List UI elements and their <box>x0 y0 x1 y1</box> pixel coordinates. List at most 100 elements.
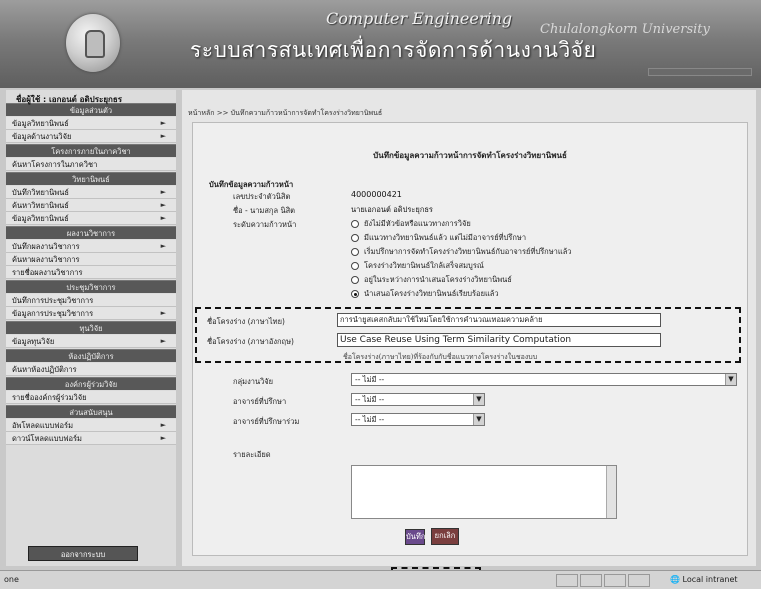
progress-option[interactable]: เริ่มปรึกษาการจัดทำโครงร่างวิทยานิพนธ์กั… <box>351 246 572 258</box>
globe-icon: 🌐 <box>670 575 683 584</box>
brand-text: Computer Engineering <box>326 9 513 28</box>
sidebar-item-label: ค้นหาห้องปฏิบัติการ <box>12 365 77 374</box>
sidebar-item-label: ข้อมูลวิทยานิพนธ์ <box>12 214 69 223</box>
sidebar: ชื่อผู้ใช้ : เอกอนต์ อดิประยุกธร ข้อมูลส… <box>6 90 176 566</box>
advisor-value: -- ไม่มี -- <box>355 395 385 404</box>
sidebar-item[interactable]: ข้อมูลวิทยานิพนธ์ ► <box>6 117 176 130</box>
sidebar-item-label: ข้อมูลด้านงานวิจัย <box>12 132 72 141</box>
sidebar-item[interactable]: ดาวน์โหลดแบบฟอร์ม ► <box>6 432 176 445</box>
status-cell <box>604 574 626 587</box>
breadcrumb: หน้าหลัก >> บันทึกความก้าวหน้าการจัดทำโค… <box>188 109 383 117</box>
sidebar-item[interactable]: ค้นหาห้องปฏิบัติการ <box>6 363 176 376</box>
progress-option[interactable]: มีแนวทางวิทยานิพนธ์แล้ว แต่ไม่มีอาจารย์ท… <box>351 232 526 244</box>
textarea-scrollbar[interactable] <box>606 466 616 518</box>
chevron-right-icon: ► <box>160 119 166 127</box>
sidebar-item-label: ค้นหาโครงการในภาควิชา <box>12 160 98 169</box>
progress-option-label: โครงร่างวิทยานิพนธ์ใกล้เสร็จสมบูรณ์ <box>364 261 484 270</box>
status-cell <box>556 574 578 587</box>
detail-label: รายละเอียด <box>233 450 271 459</box>
main-content: หน้าหลัก >> บันทึกความก้าวหน้าการจัดทำโค… <box>182 90 756 589</box>
chevron-right-icon: ► <box>160 242 166 250</box>
sidebar-item-label: บันทึกวิทยานิพนธ์ <box>12 188 69 197</box>
sidebar-item[interactable]: ค้นหาวิทยานิพนธ์ ► <box>6 199 176 212</box>
progress-option-label: ยังไม่มีหัวข้อหรือแนวทางการวิจัย <box>364 219 471 228</box>
cancel-button[interactable]: ยกเลิก <box>431 528 459 545</box>
sidebar-item[interactable]: ข้อมูลด้านงานวิจัย ► <box>6 130 176 143</box>
progress-form: บันทึกข้อมูลความก้าวหน้าการจัดทำโครงร่าง… <box>192 122 748 589</box>
sidebar-item-label: รายชื่อผลงานวิชาการ <box>12 268 83 277</box>
section-label: บันทึกข้อมูลความก้าวหน้า <box>209 180 294 189</box>
chevron-down-icon: ▼ <box>473 394 484 405</box>
progress-option-label: มีแนวทางวิทยานิพนธ์แล้ว แต่ไม่มีอาจารย์ท… <box>364 233 527 242</box>
sidebar-section-header: โครงการภายในภาควิชา <box>6 144 176 157</box>
sidebar-item-label: ข้อมูลการประชุมวิชาการ <box>12 309 94 318</box>
chevron-right-icon: ► <box>160 337 166 345</box>
sidebar-item-label: ดาวน์โหลดแบบฟอร์ม <box>12 434 83 443</box>
sidebar-item[interactable]: ข้อมูลการประชุมวิชาการ ► <box>6 307 176 320</box>
app-header: Computer Engineering Chulalongkorn Unive… <box>0 0 761 88</box>
sidebar-item[interactable]: บันทึกการประชุมวิชาการ <box>6 294 176 307</box>
progress-option[interactable]: นำเสนอโครงร่างวิทยานิพนธ์เรียบร้อยแล้ว <box>351 288 499 300</box>
radio-button[interactable] <box>351 234 359 242</box>
status-cell <box>628 574 650 587</box>
radio-button[interactable] <box>351 220 359 228</box>
sidebar-item-label: ข้อมูลทุนวิจัย <box>12 337 55 346</box>
progress-option[interactable]: อยู่ในระหว่างการนำเสนอโครงร่างวิทยานิพนธ… <box>351 274 512 286</box>
sidebar-item-label: ค้นหาวิทยานิพนธ์ <box>12 201 69 210</box>
user-name: ชื่อผู้ใช้ : เอกอนต์ อดิประยุกธร <box>16 95 123 104</box>
header-decor-bar <box>648 68 752 76</box>
sidebar-item[interactable]: รายชื่อผลงานวิชาการ <box>6 266 176 279</box>
coadvisor-label: อาจารย์ที่ปรึกษาร่วม <box>233 417 300 426</box>
progress-level-label: ระดับความก้าวหน้า <box>233 220 297 229</box>
sidebar-section-header: ประชุมวิชาการ <box>6 280 176 293</box>
progress-option[interactable]: ยังไม่มีหัวข้อหรือแนวทางการวิจัย <box>351 218 471 230</box>
sidebar-item[interactable]: รายชื่อองค์กรผู้ร่วมวิจัย <box>6 391 176 404</box>
coadvisor-select[interactable]: -- ไม่มี -- ▼ <box>351 413 485 426</box>
sidebar-item-label: บันทึกผลงานวิชาการ <box>12 242 80 251</box>
chevron-right-icon: ► <box>160 132 166 140</box>
save-button[interactable]: บันทึก <box>405 529 425 545</box>
sidebar-item[interactable]: บันทึกผลงานวิชาการ ► <box>6 240 176 253</box>
university-logo <box>66 14 120 72</box>
sidebar-item[interactable]: ค้นหาโครงการในภาควิชา <box>6 158 176 171</box>
status-cell <box>580 574 602 587</box>
title-th-label: ชื่อโครงร่าง (ภาษาไทย) <box>207 317 285 326</box>
sidebar-item[interactable]: บันทึกวิทยานิพนธ์ ► <box>6 186 176 199</box>
progress-option[interactable]: โครงร่างวิทยานิพนธ์ใกล้เสร็จสมบูรณ์ <box>351 260 484 272</box>
progress-option-label: อยู่ในระหว่างการนำเสนอโครงร่างวิทยานิพนธ… <box>364 275 512 284</box>
student-name-label: ชื่อ - นามสกุล นิสิต <box>233 206 296 215</box>
radio-button[interactable] <box>351 276 359 284</box>
research-group-select[interactable]: -- ไม่มี -- ▼ <box>351 373 737 386</box>
sidebar-item[interactable]: ค้นหาผลงานวิชาการ <box>6 253 176 266</box>
sidebar-item[interactable]: ข้อมูลทุนวิจัย ► <box>6 335 176 348</box>
system-title: ระบบสารสนเทศเพื่อการจัดการด้านงานวิจัย <box>190 38 597 62</box>
sidebar-item-label: รายชื่อองค์กรผู้ร่วมวิจัย <box>12 393 87 402</box>
title-hint: ชื่อโครงร่าง(ภาษาไทย)ที่ร้องกับกับชื่อแน… <box>343 353 538 361</box>
student-name-value: นายเอกอนต์ อดิประยุกธร <box>351 205 433 214</box>
advisor-label: อาจารย์ที่ปรึกษา <box>233 397 287 406</box>
sidebar-section-header: ส่วนสนับสนุน <box>6 405 176 418</box>
research-group-value: -- ไม่มี -- <box>355 375 385 384</box>
radio-button[interactable] <box>351 248 359 256</box>
sidebar-item-label: ข้อมูลวิทยานิพนธ์ <box>12 119 69 128</box>
chevron-right-icon: ► <box>160 201 166 209</box>
chevron-down-icon: ▼ <box>473 414 484 425</box>
radio-button[interactable] <box>351 290 359 298</box>
title-en-input[interactable]: Use Case Reuse Using Term Similarity Com… <box>337 333 661 347</box>
research-group-label: กลุ่มงานวิจัย <box>233 377 274 386</box>
sidebar-item-label: ค้นหาผลงานวิชาการ <box>12 255 80 264</box>
sidebar-item[interactable]: อัพโหลดแบบฟอร์ม ► <box>6 419 176 432</box>
sidebar-item-label: บันทึกการประชุมวิชาการ <box>12 296 94 305</box>
browser-status-bar: one 🌐 Local intranet <box>0 570 761 589</box>
title-en-label: ชื่อโครงร่าง (ภาษาอังกฤษ) <box>207 337 294 346</box>
detail-textarea[interactable] <box>351 465 617 519</box>
security-zone: 🌐 Local intranet <box>670 575 738 584</box>
advisor-select[interactable]: -- ไม่มี -- ▼ <box>351 393 485 406</box>
title-th-input[interactable]: การนำยูสเคสกลับมาใช้ใหม่โดยใช้การคำนวณเท… <box>337 313 661 327</box>
sidebar-item[interactable]: ข้อมูลวิทยานิพนธ์ ► <box>6 212 176 225</box>
form-title: บันทึกข้อมูลความก้าวหน้าการจัดทำโครงร่าง… <box>373 151 567 160</box>
radio-button[interactable] <box>351 262 359 270</box>
logout-button[interactable]: ออกจากระบบ <box>28 546 138 561</box>
chevron-right-icon: ► <box>160 188 166 196</box>
sidebar-item-label: อัพโหลดแบบฟอร์ม <box>12 421 74 430</box>
